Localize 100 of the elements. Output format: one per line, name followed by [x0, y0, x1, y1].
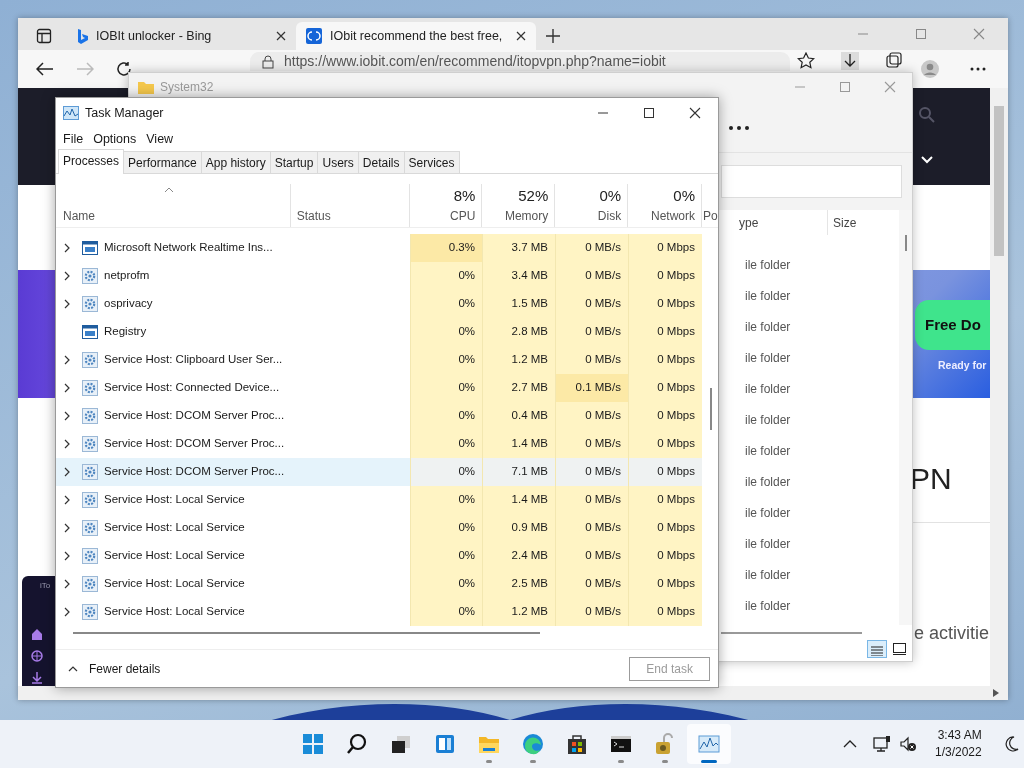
- close-icon[interactable]: [516, 31, 526, 41]
- expand-chevron-icon[interactable]: [64, 439, 70, 449]
- expand-chevron-icon[interactable]: [64, 495, 70, 505]
- usage-cell: 0%: [410, 430, 482, 458]
- column-header[interactable]: CPU: [450, 207, 476, 225]
- task-manager-icon: [63, 106, 79, 120]
- menu-item[interactable]: Options: [88, 129, 142, 149]
- expand-chevron-icon[interactable]: [64, 383, 70, 393]
- notification-moon-icon[interactable]: [1003, 736, 1020, 752]
- close-icon[interactable]: [689, 107, 701, 119]
- browser-icon[interactable]: [522, 733, 544, 755]
- column-total: 0%: [673, 185, 696, 206]
- lock-icon[interactable]: [654, 733, 676, 755]
- tab-actions-icon[interactable]: [36, 28, 52, 44]
- sort-caret-icon[interactable]: [164, 187, 174, 193]
- chevron-up-icon[interactable]: [843, 740, 857, 748]
- column-header[interactable]: Name: [63, 207, 95, 225]
- list-icon: [871, 645, 883, 656]
- preview-pane-icon[interactable]: [893, 643, 906, 655]
- widgets-icon[interactable]: [434, 733, 456, 755]
- column-header[interactable]: Memory: [504, 207, 549, 225]
- clock-date[interactable]: 1/3/2022: [935, 744, 982, 761]
- expand-chevron-icon[interactable]: [64, 243, 70, 253]
- tab[interactable]: Services: [403, 151, 460, 173]
- download-button[interactable]: Free Do: [915, 300, 990, 350]
- refresh-icon[interactable]: [116, 61, 132, 77]
- expand-chevron-icon[interactable]: [64, 411, 70, 421]
- terminal-icon[interactable]: [610, 733, 632, 755]
- file-type-cell-text: ile folder: [744, 381, 792, 398]
- task-manager-icon[interactable]: [698, 733, 720, 755]
- scrollbar[interactable]: [18, 686, 1008, 700]
- tab[interactable]: Users: [317, 151, 359, 173]
- usage-cell: 0.1 MB/s: [555, 374, 628, 402]
- tab[interactable]: Startup: [269, 151, 319, 173]
- window-icon: [82, 241, 98, 255]
- process-name: Registry: [104, 324, 147, 340]
- tab[interactable]: Details: [357, 151, 405, 173]
- usage-cell: 0 MB/s: [555, 430, 628, 458]
- fewer-details-link[interactable]: Fewer details: [89, 659, 161, 678]
- expand-chevron-icon[interactable]: [64, 607, 70, 617]
- usage-cell: 1.4 MB: [482, 430, 555, 458]
- address-bar[interactable]: https://www.iobit.com/en/recommend/itopvpn.php?name=iobit: [250, 52, 790, 71]
- back-icon[interactable]: [36, 62, 54, 76]
- usage-cell: 1.2 MB: [482, 598, 555, 626]
- expand-chevron-icon[interactable]: [64, 523, 70, 533]
- collapse-chevron-icon[interactable]: [68, 665, 78, 672]
- search-field[interactable]: [721, 165, 902, 198]
- column-header[interactable]: Po: [703, 207, 718, 225]
- more-icon[interactable]: [728, 125, 750, 131]
- column-header[interactable]: Disk: [597, 207, 622, 225]
- dropdown-chevron-icon[interactable]: [921, 156, 933, 164]
- usage-cell: 0%: [410, 458, 482, 486]
- scroll-right-icon[interactable]: [993, 689, 999, 697]
- maximize-icon[interactable]: [643, 107, 655, 119]
- collections-icon[interactable]: [885, 52, 903, 70]
- scrollbar[interactable]: [899, 210, 912, 625]
- process-name: Service Host: Connected Device...: [104, 380, 280, 396]
- home-icon: [31, 628, 43, 640]
- scrollbar-thumb[interactable]: [994, 106, 1004, 256]
- tab[interactable]: App history: [200, 151, 271, 173]
- browser-tab[interactable]: IOBIt unlocker - Bing: [66, 22, 296, 50]
- expand-chevron-icon[interactable]: [64, 551, 70, 561]
- close-icon[interactable]: [276, 31, 286, 41]
- tab-title: IOBIt unlocker - Bing: [96, 27, 213, 45]
- task-view-icon[interactable]: [390, 733, 412, 755]
- scrollbar-thumb[interactable]: [710, 388, 712, 430]
- menu-item[interactable]: View: [141, 129, 179, 149]
- tab[interactable]: Performance: [123, 151, 202, 173]
- speaker-muted-icon[interactable]: [899, 736, 917, 752]
- expand-chevron-icon[interactable]: [64, 355, 70, 365]
- page-text: e activitie: [914, 622, 990, 645]
- expand-chevron-icon[interactable]: [64, 579, 70, 589]
- expand-chevron-icon[interactable]: [64, 467, 70, 477]
- download-icon[interactable]: [841, 52, 859, 70]
- scrollbar-thumb[interactable]: [905, 235, 907, 251]
- column-header[interactable]: ype: [739, 213, 827, 232]
- expand-chevron-icon[interactable]: [64, 271, 70, 281]
- profile-avatar-icon[interactable]: [921, 60, 939, 78]
- store-icon[interactable]: [566, 733, 588, 755]
- column-header[interactable]: Status: [296, 207, 331, 225]
- expand-chevron-icon[interactable]: [64, 299, 70, 309]
- browser-tab[interactable]: IObit recommend the best free,: [296, 22, 536, 50]
- process-name: Service Host: DCOM Server Proc...: [104, 464, 285, 480]
- column-header[interactable]: Network: [651, 207, 696, 225]
- usage-cell: 0%: [410, 290, 482, 318]
- gear-icon: [82, 520, 98, 536]
- start-icon[interactable]: [302, 733, 324, 755]
- scrollbar-thumb[interactable]: [721, 632, 862, 634]
- search-icon[interactable]: [346, 733, 368, 755]
- gear-icon: [82, 604, 98, 620]
- column-header[interactable]: Size: [833, 213, 857, 232]
- network-icon[interactable]: [873, 736, 891, 752]
- clock-time[interactable]: 3:43 AM: [935, 727, 982, 744]
- menu-item[interactable]: File: [58, 129, 89, 149]
- new-tab-icon[interactable]: [546, 29, 560, 43]
- usage-cell: 2.4 MB: [482, 542, 555, 570]
- details-view-button[interactable]: [867, 640, 887, 658]
- scrollbar-thumb[interactable]: [73, 632, 540, 634]
- favorites-star-icon[interactable]: [797, 52, 815, 70]
- tab[interactable]: Processes: [58, 149, 125, 174]
